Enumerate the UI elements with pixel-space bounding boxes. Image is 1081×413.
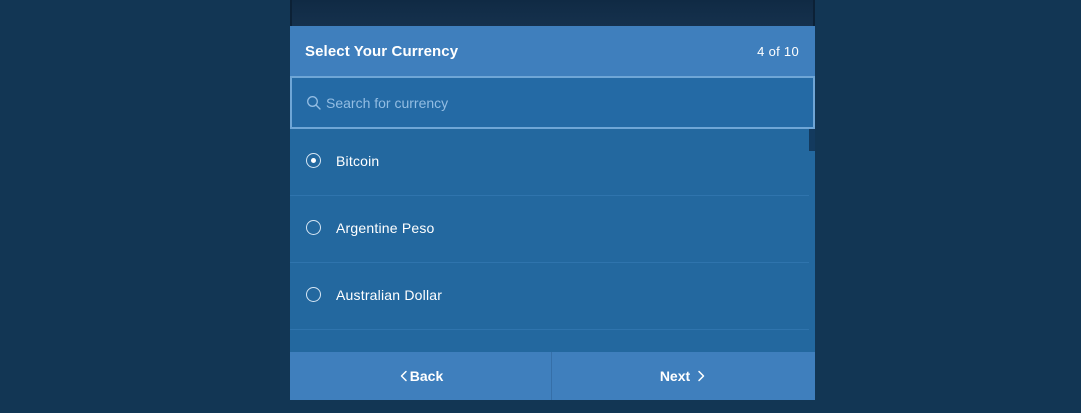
scrollbar-track[interactable]: [809, 129, 815, 352]
currency-list: Bitcoin Argentine Peso Australian Dollar: [290, 129, 809, 352]
search-input[interactable]: [326, 78, 796, 127]
currency-label: Australian Dollar: [336, 287, 443, 303]
radio-button[interactable]: [306, 287, 321, 302]
radio-button[interactable]: [306, 220, 321, 235]
chevron-right-icon: [695, 370, 707, 382]
back-button[interactable]: Back: [290, 352, 551, 400]
radio-dot: [310, 157, 316, 163]
radio-button-selected[interactable]: [306, 153, 321, 168]
currency-label: Argentine Peso: [336, 220, 435, 236]
top-strip-edge-left: [290, 0, 292, 26]
top-strip: [290, 0, 815, 26]
search-icon: [306, 95, 322, 111]
back-label: Back: [409, 368, 444, 384]
footer-nav: Back Next: [290, 352, 815, 400]
currency-selector-panel: Select Your Currency 4 of 10 Bitcoin Arg…: [290, 0, 815, 400]
search-box[interactable]: [290, 76, 815, 129]
next-button[interactable]: Next: [552, 352, 815, 400]
currency-option-argentine-peso[interactable]: Argentine Peso: [290, 196, 809, 263]
currency-option-australian-dollar[interactable]: Australian Dollar: [290, 263, 809, 330]
next-label: Next: [659, 368, 691, 384]
panel-header: Select Your Currency 4 of 10: [290, 26, 815, 77]
top-strip-edge-right: [813, 0, 815, 26]
currency-option-bitcoin[interactable]: Bitcoin: [290, 129, 809, 196]
step-indicator: 4 of 10: [757, 44, 799, 59]
scrollbar-thumb[interactable]: [809, 129, 815, 151]
chevron-left-icon: [398, 370, 410, 382]
currency-label: Bitcoin: [336, 153, 380, 169]
page-title: Select Your Currency: [305, 43, 459, 60]
